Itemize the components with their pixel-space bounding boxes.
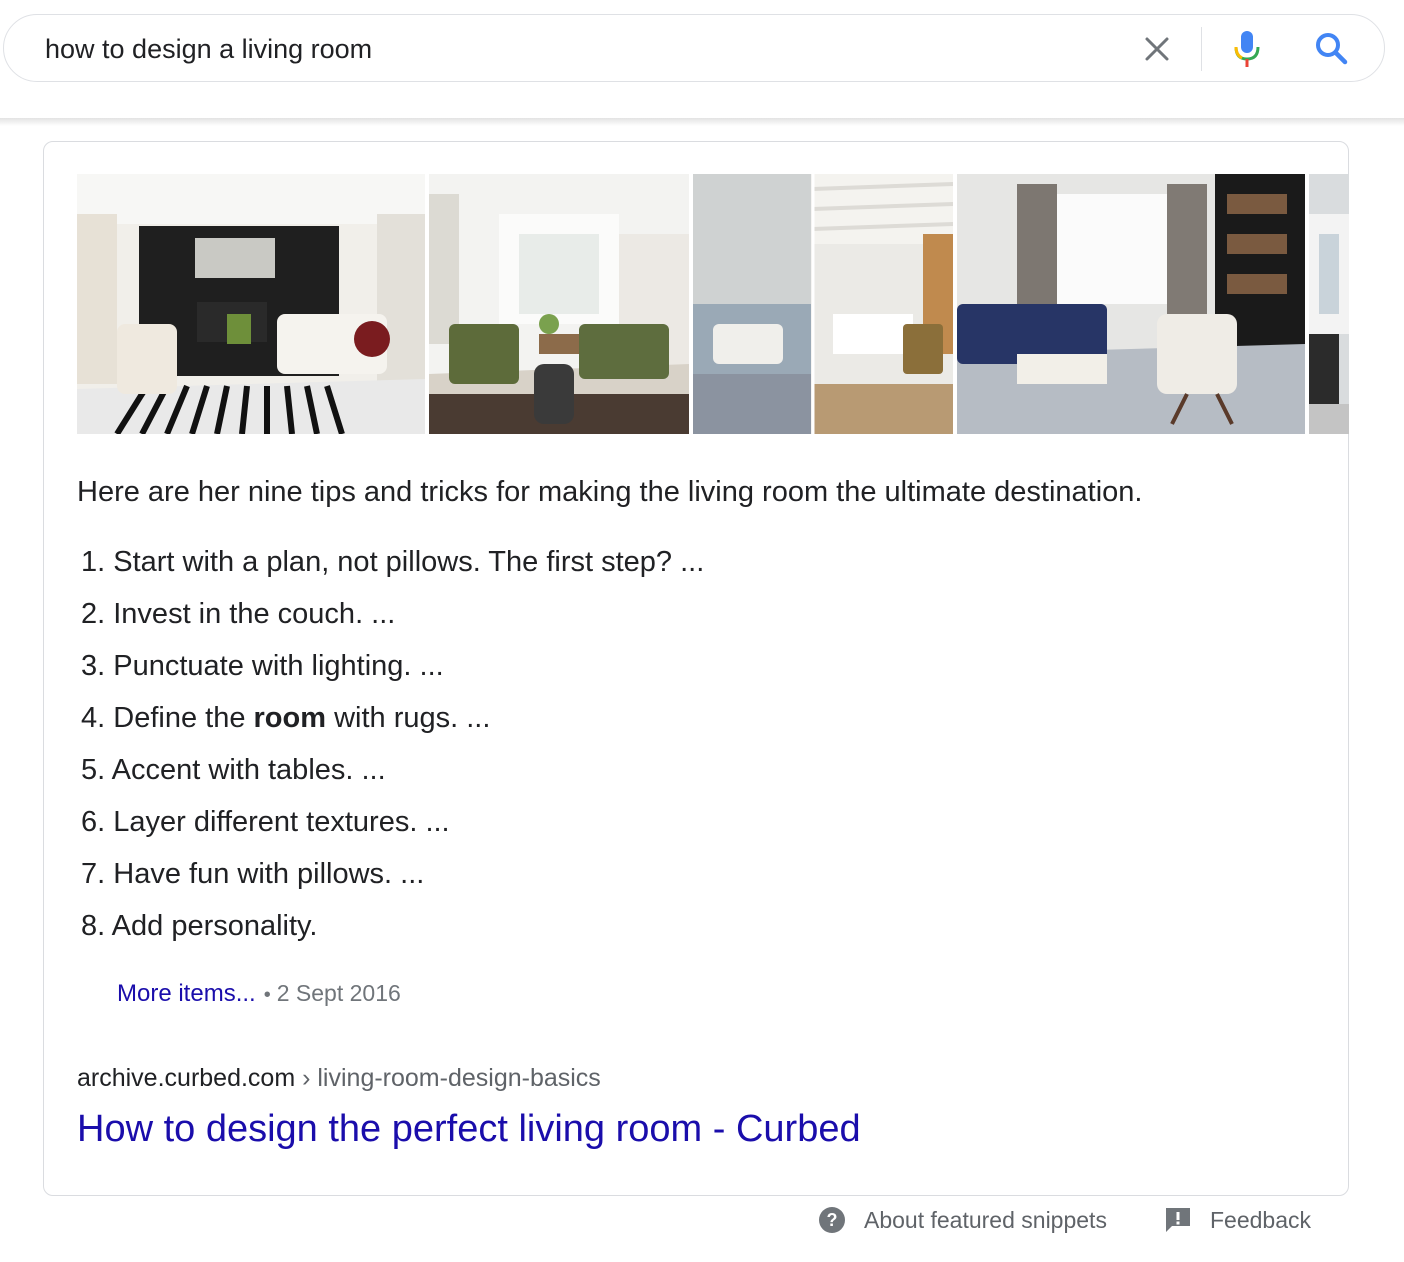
about-snippets-label: About featured snippets (864, 1206, 1107, 1233)
living-room-image-5[interactable] (1309, 174, 1349, 434)
list-item: 1. Start with a plan, not pillows. The f… (81, 546, 705, 578)
about-snippets-link[interactable]: ? About featured snippets (818, 1206, 1107, 1234)
list-item: 3. Punctuate with lighting. ... (81, 650, 444, 682)
more-items-row: More items... • 2 Sept 2016 (117, 980, 401, 1008)
list-item: 7. Have fun with pillows. ... (81, 858, 425, 890)
living-room-image-4[interactable] (957, 174, 1305, 434)
feedback-label: Feedback (1210, 1206, 1312, 1233)
header-shadow (0, 118, 1404, 126)
snippet-intro: Here are her nine tips and tricks for ma… (77, 476, 1143, 508)
list-item: 8. Add personality. (81, 910, 318, 942)
list-item: 6. Layer different textures. ... (81, 806, 450, 838)
help-icon: ? (819, 1207, 845, 1233)
result-path: › living-room-design-basics (295, 1064, 601, 1092)
search-input[interactable]: how to design a living room (45, 34, 372, 65)
featured-snippet-card: Here are her nine tips and tricks for ma… (43, 141, 1349, 1196)
image-carousel (77, 174, 1349, 434)
feedback-link[interactable]: Feedback (1164, 1206, 1311, 1234)
separator-dot: • (263, 984, 271, 1006)
list-item: 2. Invest in the couch. ... (81, 598, 396, 630)
search-divider (1201, 27, 1202, 71)
publish-date: 2 Sept 2016 (276, 980, 401, 1006)
result-domain: archive.curbed.com (77, 1064, 296, 1092)
search-icon[interactable] (1312, 29, 1352, 69)
living-room-image-3[interactable] (693, 174, 953, 434)
feedback-icon (1166, 1208, 1190, 1232)
list-item: 5. Accent with tables. ... (81, 754, 386, 786)
breadcrumb[interactable]: archive.curbed.com › living-room-design-… (77, 1064, 601, 1093)
living-room-image-2[interactable] (429, 174, 689, 434)
more-items-link[interactable]: More items... (117, 980, 256, 1007)
microphone-icon[interactable] (1230, 29, 1264, 69)
search-bar: how to design a living room (3, 14, 1385, 82)
svg-text:?: ? (827, 1210, 838, 1230)
result-title-link[interactable]: How to design the perfect living room - … (77, 1108, 861, 1151)
clear-icon[interactable] (1140, 32, 1174, 66)
tips-list: 1. Start with a plan, not pillows. The f… (81, 546, 704, 962)
living-room-image-1[interactable] (77, 174, 425, 434)
list-item: 4. Define the room with rugs. ... (81, 702, 491, 734)
